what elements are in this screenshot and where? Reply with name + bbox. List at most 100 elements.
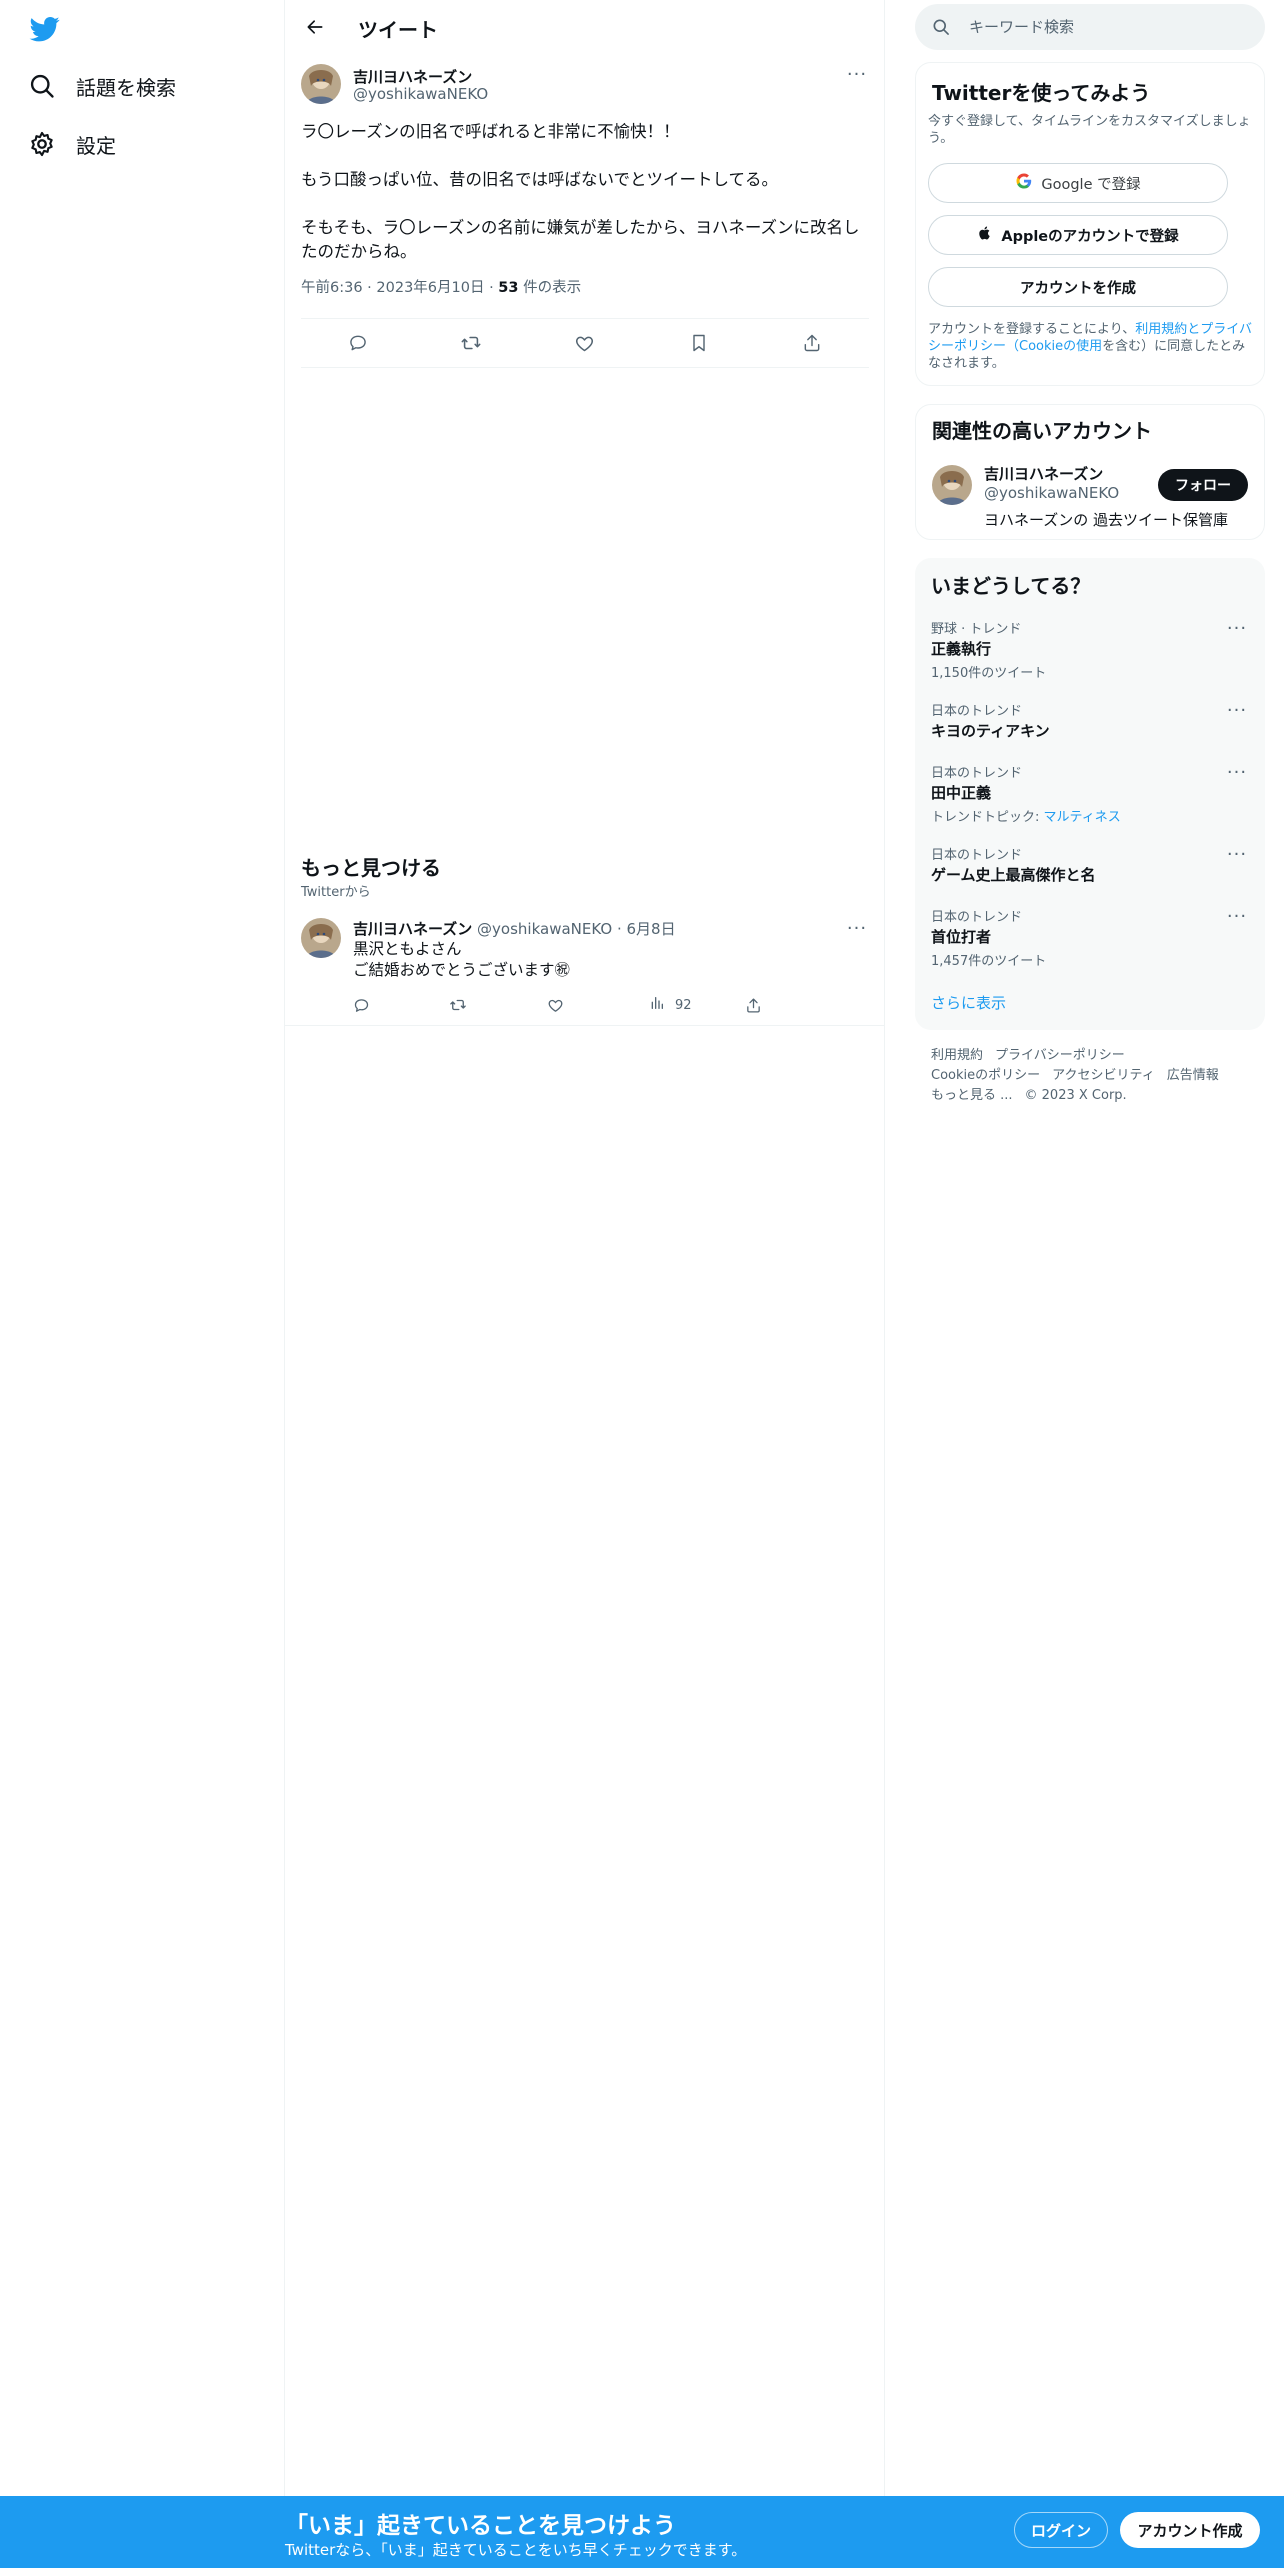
- author-handle[interactable]: @yoshikawaNEKO: [353, 85, 488, 103]
- tweet-time[interactable]: 午前6:36: [301, 280, 363, 296]
- share-icon[interactable]: [795, 326, 829, 360]
- trend-topic-link[interactable]: マルティネス: [1044, 810, 1121, 825]
- search-input[interactable]: [969, 18, 1249, 36]
- tweet-header: 吉川ヨハネーズン @yoshikawaNEKO · 6月8日: [353, 920, 676, 938]
- trend-item[interactable]: 日本のトレンド 首位打者 1,457件のツイート ···: [931, 906, 1249, 970]
- more-icon[interactable]: ···: [1225, 844, 1249, 865]
- trend-name: キヨのティアキン: [931, 722, 1050, 740]
- views-icon: [649, 995, 665, 1015]
- tweet-line: 黒沢ともよさん: [353, 940, 462, 958]
- related-account-handle[interactable]: @yoshikawaNEKO: [984, 484, 1119, 502]
- more-icon[interactable]: ···: [845, 918, 869, 939]
- footer-link[interactable]: 広告情報: [1167, 1068, 1219, 1083]
- footer-link[interactable]: Cookieのポリシー: [931, 1068, 1040, 1083]
- more-icon[interactable]: ···: [1225, 906, 1249, 927]
- tweet-meta: 午前6:36 · 2023年6月10日 · 53 件の表示: [301, 280, 582, 296]
- google-signup-label: Google で登録: [1041, 176, 1141, 193]
- trend-name: 田中正義: [931, 784, 992, 802]
- list-item[interactable]: 吉川ヨハネーズン @yoshikawaNEKO · 6月8日 ··· 黒沢ともよ…: [285, 912, 885, 1026]
- trend-topic-label: トレンドトピック:: [931, 810, 1044, 825]
- related-accounts-card: 関連性の高いアカウント 吉川ヨハネーズン @yoshikawaNEKO ヨハネー…: [915, 404, 1265, 540]
- trend-item[interactable]: 日本のトレンド 田中正義 トレンドトピック: マルティネス ···: [931, 762, 1249, 826]
- avatar[interactable]: [301, 64, 341, 104]
- related-account-bio: ヨハネーズンの 過去ツイート保管庫: [984, 511, 1229, 529]
- bookmark-icon[interactable]: [682, 326, 716, 360]
- left-navigation: 話題を検索 設定: [0, 0, 285, 2568]
- follow-button[interactable]: フォロー: [1158, 469, 1248, 501]
- more-icon[interactable]: ···: [1225, 762, 1249, 783]
- tweet-actions: [301, 318, 869, 368]
- reply-icon[interactable]: [341, 326, 375, 360]
- related-account-name[interactable]: 吉川ヨハネーズン: [984, 463, 1103, 484]
- footer-link[interactable]: アクセシビリティ: [1052, 1068, 1155, 1083]
- tweet-views-label: 件の表示: [523, 280, 582, 296]
- views-button[interactable]: 92: [649, 990, 692, 1020]
- author-name[interactable]: 吉川ヨハネーズン: [353, 66, 472, 87]
- trend-item[interactable]: 日本のトレンド キヨのティアキン ···: [931, 700, 1249, 741]
- login-button[interactable]: ログイン: [1014, 2512, 1108, 2548]
- twitter-bird-icon[interactable]: [28, 14, 62, 44]
- tweet-paragraph: もう口酸っぱい位、昔の旧名では呼ばないでとツイートしてる。: [301, 170, 779, 189]
- show-more-link[interactable]: さらに表示: [931, 992, 1006, 1013]
- back-arrow-icon[interactable]: [299, 11, 331, 43]
- author-handle[interactable]: @yoshikawaNEKO: [477, 920, 612, 938]
- trend-item[interactable]: 野球 · トレンド 正義執行 1,150件のツイート ···: [931, 618, 1249, 682]
- legal-and: と: [1187, 322, 1201, 337]
- footer-link[interactable]: 利用規約: [931, 1048, 983, 1063]
- views-count: 92: [675, 997, 692, 1013]
- related-title: 関連性の高いアカウント: [932, 419, 1152, 443]
- footer-link[interactable]: プライバシーポリシー: [995, 1048, 1125, 1063]
- trend-category: 野球 · トレンド: [931, 622, 1022, 637]
- create-account-button[interactable]: アカウントを作成: [928, 267, 1228, 307]
- apple-icon: [977, 225, 993, 245]
- nav-item-explore[interactable]: 話題を検索: [28, 66, 176, 106]
- tweet-actions: 92: [353, 990, 793, 1020]
- tweet-line: ご結婚おめでとうございます㊗: [353, 961, 571, 979]
- signup-subtitle: 今すぐ登録して、タイムラインをカスタマイズしましょう。: [928, 114, 1251, 146]
- retweet-icon[interactable]: [449, 990, 467, 1020]
- retweet-icon[interactable]: [454, 326, 488, 360]
- google-signup-button[interactable]: Google で登録: [928, 163, 1228, 203]
- apple-signup-label: Appleのアカウントで登録: [1001, 228, 1179, 245]
- google-icon: [1015, 172, 1033, 194]
- like-icon[interactable]: [547, 990, 564, 1020]
- tweet-paragraph: ラ〇レーズンの旧名で呼ばれると非常に不愉快！！: [301, 122, 680, 141]
- tweet-date[interactable]: 6月8日: [627, 920, 676, 938]
- trend-topic-line: トレンドトピック: マルティネス: [931, 806, 1249, 825]
- discover-title: もっと見つける: [301, 856, 441, 880]
- nav-item-settings[interactable]: 設定: [28, 124, 116, 164]
- reply-icon[interactable]: [353, 990, 370, 1020]
- signup-card: Twitterを使ってみよう 今すぐ登録して、タイムラインをカスタマイズしましょ…: [915, 62, 1265, 386]
- signup-legal-text: アカウントを登録することにより、利用規約とプライバシーポリシー（Cookieの使…: [928, 321, 1254, 372]
- tweet-paragraph: そもそも、ラ〇レーズンの名前に嫌気が差したから、ヨハネーズンに改名したのだからね…: [301, 218, 860, 261]
- signup-banner: 「いま」起きていることを見つけよう Twitterなら、「いま」起きていることを…: [0, 2496, 1284, 2568]
- avatar[interactable]: [932, 465, 972, 505]
- apple-signup-button[interactable]: Appleのアカウントで登録: [928, 215, 1228, 255]
- trend-count: 1,150件のツイート: [931, 666, 1047, 681]
- discover-section: もっと見つける Twitterから: [301, 852, 441, 900]
- like-icon[interactable]: [568, 326, 602, 360]
- more-icon[interactable]: ···: [845, 64, 869, 85]
- signup-title: Twitterを使ってみよう: [932, 81, 1151, 105]
- trend-category: 日本のトレンド: [931, 704, 1023, 719]
- trend-category: 日本のトレンド: [931, 766, 1023, 781]
- share-icon[interactable]: [745, 990, 762, 1020]
- avatar[interactable]: [301, 918, 341, 958]
- more-icon[interactable]: ···: [1225, 700, 1249, 721]
- trend-item[interactable]: 日本のトレンド ゲーム史上最高傑作と名 ···: [931, 844, 1249, 885]
- search-bar[interactable]: [915, 4, 1265, 50]
- legal-prefix: アカウントを登録することにより、: [928, 322, 1136, 337]
- gear-icon: [28, 130, 56, 158]
- tweet-date[interactable]: 2023年6月10日: [376, 280, 484, 296]
- main-column: ツイート 吉川ヨハネーズン @yoshikawaNEKO ··· ラ〇レーズンの…: [285, 0, 885, 2496]
- footer-links: 利用規約 プライバシーポリシー Cookieのポリシー アクセシビリティ 広告情報 も…: [931, 1046, 1251, 1106]
- trend-name: ゲーム史上最高傑作と名: [931, 866, 1096, 884]
- search-icon: [28, 72, 56, 100]
- footer-link[interactable]: もっと見る ...: [931, 1088, 1013, 1103]
- signup-button[interactable]: アカウント作成: [1120, 2512, 1260, 2548]
- trend-count: 1,457件のツイート: [931, 954, 1047, 969]
- terms-link[interactable]: 利用規約: [1135, 322, 1187, 337]
- author-name[interactable]: 吉川ヨハネーズン: [353, 920, 472, 938]
- more-icon[interactable]: ···: [1225, 618, 1249, 639]
- banner-subtitle: Twitterなら、「いま」起きていることをいち早くチェックできます。: [285, 2541, 747, 2559]
